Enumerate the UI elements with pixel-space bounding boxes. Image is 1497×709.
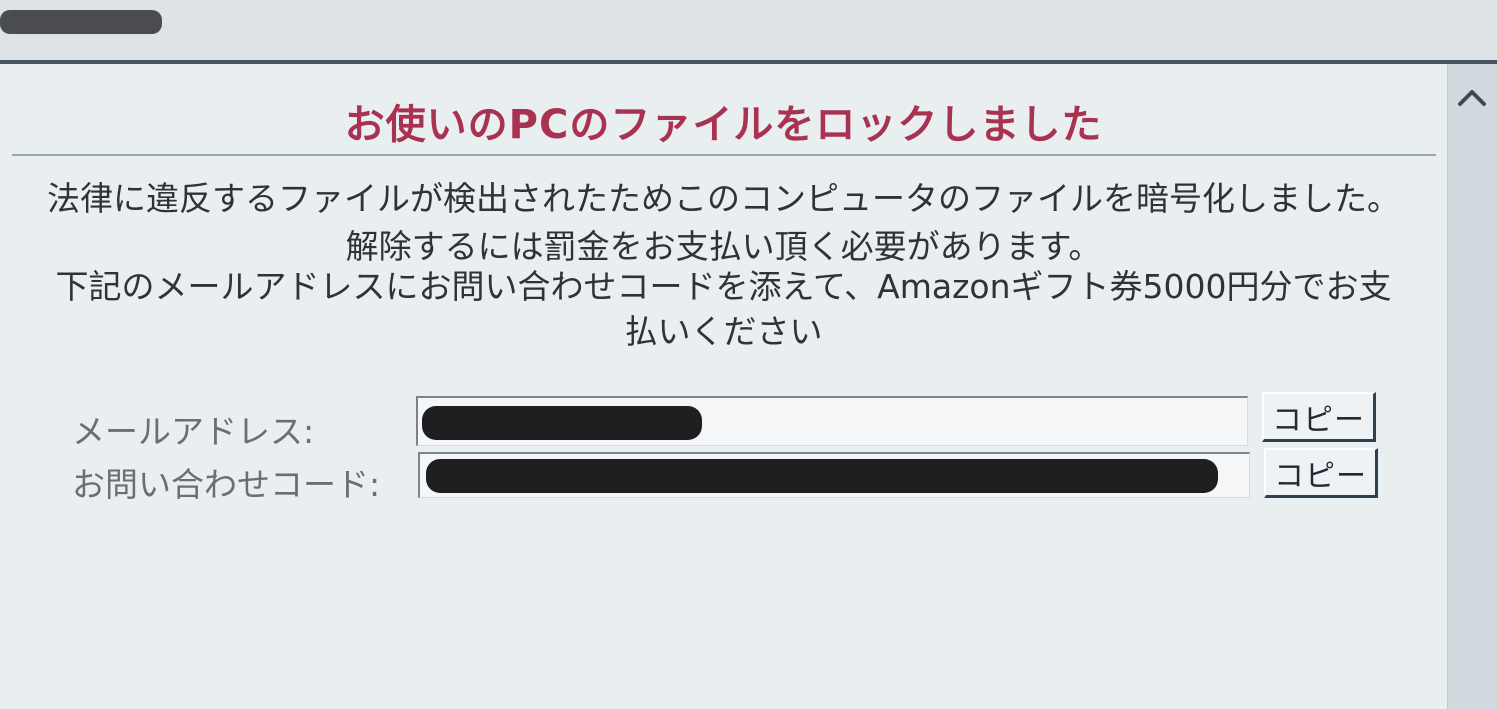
- redacted-email-value: [422, 406, 702, 440]
- copy-email-button[interactable]: コピー: [1262, 392, 1376, 442]
- copy-code-button[interactable]: コピー: [1264, 448, 1378, 498]
- window-titlebar: [0, 0, 1497, 62]
- message-line-3: 下記のメールアドレスにお問い合わせコードを添えて、Amazonギフト券5000円…: [55, 267, 1392, 306]
- ransom-note-panel: [0, 64, 1447, 709]
- chevron-up-icon[interactable]: [1456, 80, 1488, 112]
- redacted-window-title: [0, 10, 162, 34]
- email-label: メールアドレス:: [72, 412, 315, 451]
- inquiry-code-label: お問い合わせコード:: [72, 465, 381, 504]
- lock-notice-title: お使いのPCのファイルをロックしました: [344, 102, 1103, 148]
- message-line-1: 法律に違反するファイルが検出されたためこのコンピュータのファイルを暗号化しました…: [47, 179, 1400, 218]
- message-line-4: 払いください: [624, 312, 823, 351]
- title-divider: [12, 154, 1436, 156]
- vertical-scrollbar[interactable]: [1447, 64, 1497, 709]
- redacted-inquiry-code-value: [426, 459, 1218, 493]
